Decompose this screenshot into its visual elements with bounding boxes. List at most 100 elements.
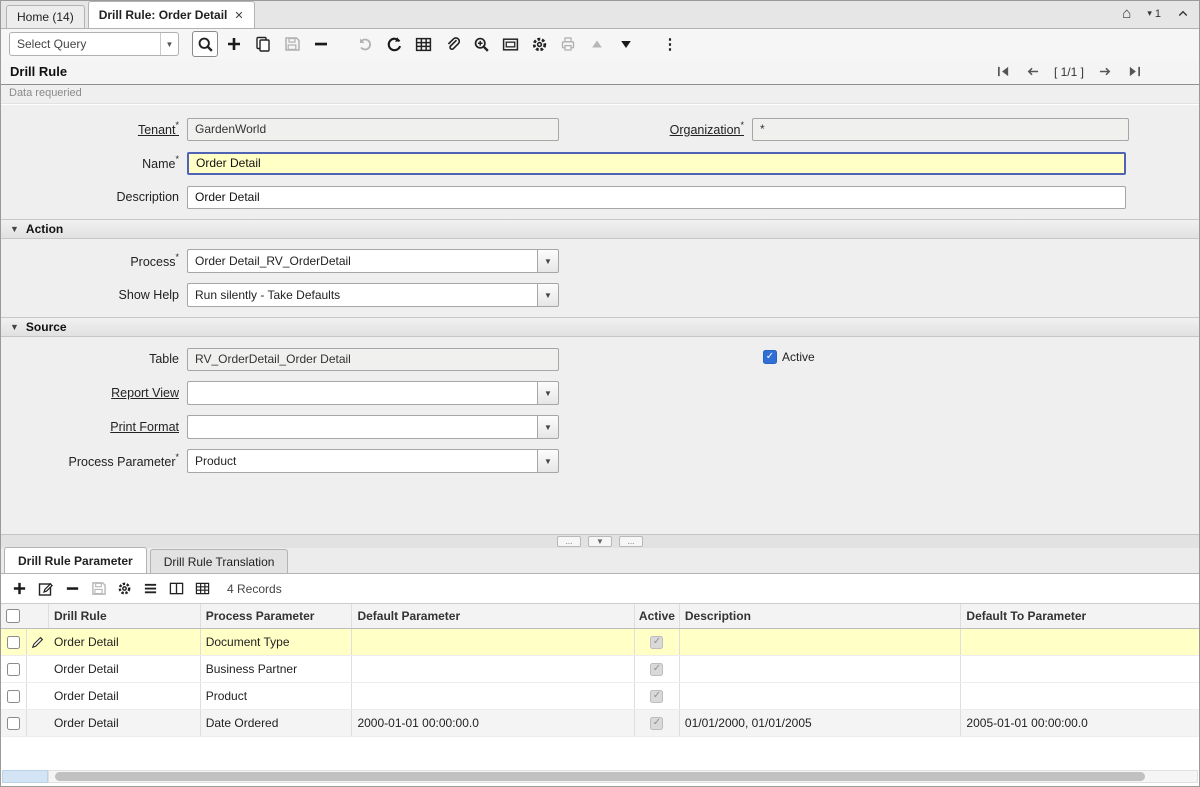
report-button[interactable] [497, 31, 523, 57]
add-row-button[interactable] [12, 581, 27, 596]
print-button[interactable] [555, 31, 581, 57]
name-input[interactable]: Order Detail [187, 152, 1126, 175]
grid-toggle-button[interactable] [410, 31, 436, 57]
find-button[interactable] [192, 31, 218, 57]
undo-button[interactable] [352, 31, 378, 57]
table-row[interactable]: Order Detail Business Partner ✓ [1, 656, 1199, 683]
chevron-down-icon[interactable]: ▼ [537, 449, 559, 473]
row-checkbox[interactable] [7, 636, 20, 649]
more-actions-button[interactable]: ⋮ [657, 31, 683, 57]
cell-description[interactable] [680, 656, 962, 682]
chevron-down-icon[interactable]: ▼ [537, 415, 559, 439]
grid-view-button[interactable] [195, 581, 210, 596]
toggle-column-button[interactable] [169, 581, 184, 596]
row-checkbox[interactable] [7, 717, 20, 730]
cell-description[interactable]: 01/01/2000, 01/01/2005 [680, 710, 962, 736]
collapse-header-icon[interactable] [1177, 8, 1189, 20]
cell-process-parameter[interactable]: Document Type [201, 629, 353, 655]
column-header-active[interactable]: Active [635, 604, 680, 628]
table-row[interactable]: Order Detail Date Ordered 2000-01-01 00:… [1, 710, 1199, 737]
tab-drill-rule-label: Drill Rule: Order Detail [99, 8, 228, 22]
select-query-combobox[interactable]: Select Query ▼ [9, 32, 179, 56]
parent-record-button[interactable] [584, 31, 610, 57]
process-parameter-combobox[interactable]: Product ▼ [187, 449, 559, 473]
cell-description[interactable] [680, 629, 962, 655]
active-checkbox[interactable]: ✓ [763, 350, 777, 364]
active-checkbox-group[interactable]: ✓ Active [763, 350, 815, 364]
cell-drill-rule[interactable]: Order Detail [49, 656, 201, 682]
open-windows-dropdown[interactable]: ▾ 1 [1147, 8, 1161, 20]
panel-splitter[interactable]: ... ▼ ... [1, 534, 1199, 548]
refresh-button[interactable] [381, 31, 407, 57]
show-help-combobox[interactable]: Run silently - Take Defaults ▼ [187, 283, 559, 307]
tab-drill-rule-translation[interactable]: Drill Rule Translation [150, 549, 289, 573]
tab-drill-rule-parameter[interactable]: Drill Rule Parameter [4, 547, 147, 573]
new-record-button[interactable] [221, 31, 247, 57]
splitter-drag-handle[interactable]: ... [557, 536, 581, 547]
splitter-drag-handle[interactable]: ... [619, 536, 643, 547]
tab-drill-rule[interactable]: Drill Rule: Order Detail ✕ [88, 1, 255, 28]
column-header-drill-rule[interactable]: Drill Rule [49, 604, 201, 628]
select-all-checkbox[interactable] [6, 609, 20, 623]
customize-button[interactable] [526, 31, 552, 57]
previous-record-button[interactable] [1025, 65, 1040, 78]
cell-default-to-parameter[interactable]: 2005-01-01 00:00:00.0 [961, 710, 1199, 736]
attachment-button[interactable] [439, 31, 465, 57]
active-checkbox-disabled: ✓ [650, 690, 663, 703]
cell-default-to-parameter[interactable] [961, 683, 1199, 709]
cell-drill-rule[interactable]: Order Detail [49, 629, 201, 655]
cell-default-to-parameter[interactable] [961, 629, 1199, 655]
zoom-across-button[interactable] [468, 31, 494, 57]
column-header-description[interactable]: Description [680, 604, 962, 628]
splitter-collapse-button[interactable]: ▼ [588, 536, 612, 547]
column-header-process-parameter[interactable]: Process Parameter [201, 604, 353, 628]
row-checkbox[interactable] [7, 663, 20, 676]
chevron-down-icon[interactable]: ▼ [537, 249, 559, 273]
next-record-button[interactable] [1098, 65, 1113, 78]
cell-description[interactable] [680, 683, 962, 709]
cell-drill-rule[interactable]: Order Detail [49, 710, 201, 736]
cell-process-parameter[interactable]: Date Ordered [201, 710, 353, 736]
cell-process-parameter[interactable]: Business Partner [201, 656, 353, 682]
delete-row-button[interactable] [65, 581, 80, 596]
table-row[interactable]: Order Detail Product ✓ [1, 683, 1199, 710]
last-record-button[interactable] [1127, 65, 1142, 78]
close-tab-icon[interactable]: ✕ [234, 9, 243, 22]
column-header-default-parameter[interactable]: Default Parameter [352, 604, 635, 628]
page-title: Drill Rule [10, 64, 67, 79]
edit-row-button[interactable] [38, 581, 54, 597]
chevron-down-icon[interactable]: ▼ [537, 381, 559, 405]
chevron-down-icon[interactable]: ▼ [537, 283, 559, 307]
report-view-combobox[interactable]: ▼ [187, 381, 559, 405]
cell-default-to-parameter[interactable] [961, 656, 1199, 682]
print-format-combobox[interactable]: ▼ [187, 415, 559, 439]
delete-button[interactable] [308, 31, 334, 57]
cell-default-parameter[interactable] [352, 629, 635, 655]
cell-default-parameter[interactable] [352, 683, 635, 709]
grid-customize-button[interactable] [117, 581, 132, 596]
first-record-button[interactable] [996, 65, 1011, 78]
scrollbar-track[interactable] [48, 770, 1198, 783]
home-icon[interactable]: ⌂ [1122, 6, 1131, 21]
cell-drill-rule[interactable]: Order Detail [49, 683, 201, 709]
column-header-default-to-parameter[interactable]: Default To Parameter [961, 604, 1199, 628]
quick-form-button[interactable] [143, 581, 158, 596]
save-row-button[interactable] [91, 581, 106, 596]
save-button[interactable] [279, 31, 305, 57]
detail-record-button[interactable] [613, 31, 639, 57]
chevron-down-icon[interactable]: ▼ [160, 33, 178, 55]
cell-default-parameter[interactable]: 2000-01-01 00:00:00.0 [352, 710, 635, 736]
row-checkbox[interactable] [7, 690, 20, 703]
process-combobox[interactable]: Order Detail_RV_OrderDetail ▼ [187, 249, 559, 273]
scrollbar-thumb[interactable] [55, 772, 1145, 781]
section-source[interactable]: ▼ Source [1, 317, 1199, 337]
copy-record-button[interactable] [250, 31, 276, 57]
section-action[interactable]: ▼ Action [1, 219, 1199, 239]
check-icon: ✓ [653, 637, 661, 647]
cell-process-parameter[interactable]: Product [201, 683, 353, 709]
edit-pencil-icon[interactable] [31, 635, 45, 649]
cell-default-parameter[interactable] [352, 656, 635, 682]
description-input[interactable]: Order Detail [187, 186, 1126, 209]
tab-home[interactable]: Home (14) [6, 5, 85, 28]
table-row[interactable]: Order Detail Document Type ✓ [1, 629, 1199, 656]
